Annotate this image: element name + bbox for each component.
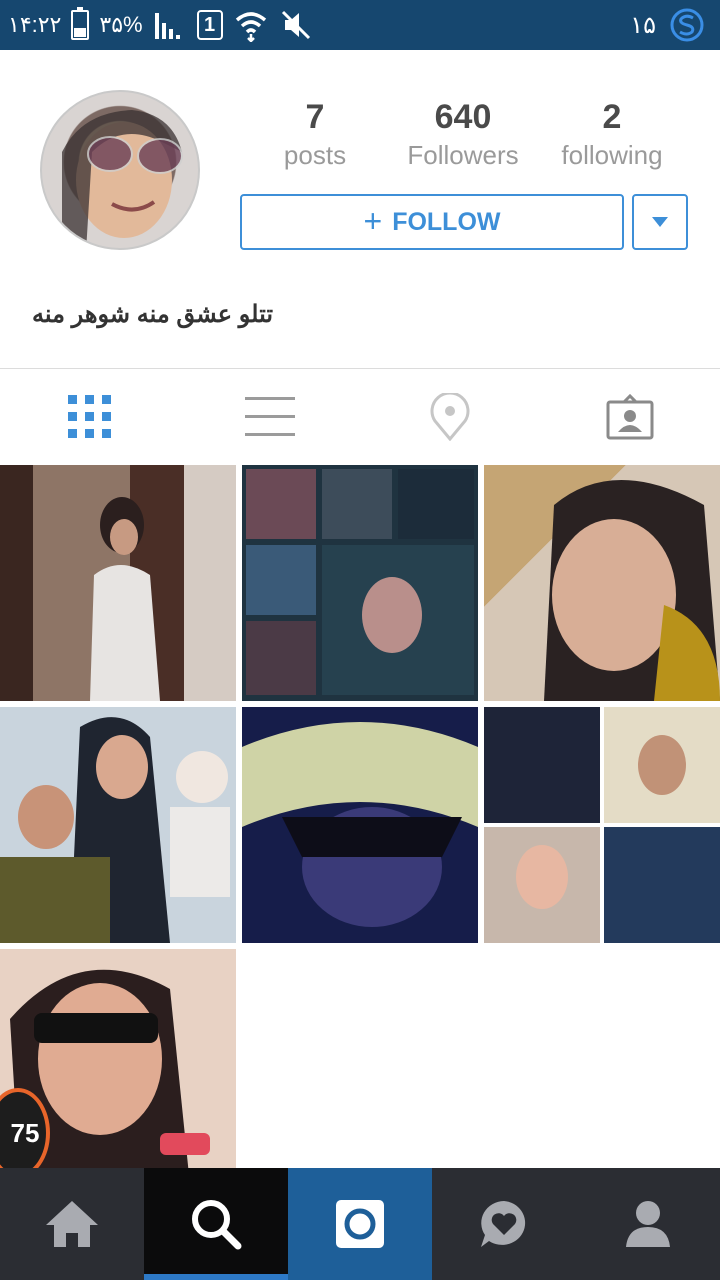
avatar[interactable] <box>40 90 200 250</box>
caret-down-icon <box>652 217 668 227</box>
photo-content <box>484 707 720 943</box>
tab-location[interactable] <box>360 369 540 465</box>
suggested-dropdown-button[interactable] <box>632 194 688 250</box>
profile-bio: تتلو عشق منه شوهر منه <box>32 301 274 328</box>
stat-posts[interactable]: 7 posts <box>240 96 390 172</box>
photo-tile[interactable] <box>0 707 236 943</box>
follow-button[interactable]: + FOLLOW <box>240 194 624 250</box>
tagged-person-icon <box>606 394 654 440</box>
bottom-nav <box>0 1168 720 1280</box>
followers-count: 640 <box>434 98 492 136</box>
tab-list-view[interactable] <box>180 369 360 465</box>
photo-tile[interactable] <box>0 465 236 701</box>
search-icon <box>192 1200 242 1250</box>
status-right: ۱۵ <box>630 0 704 50</box>
grid-icon <box>68 395 111 438</box>
status-left: ۱۴:۲۲ ۳۵% 1 <box>8 0 313 50</box>
tab-grid-view[interactable] <box>0 369 180 465</box>
mute-icon <box>281 10 310 40</box>
status-bar: ۱۴:۲۲ ۳۵% 1 ۱۵ <box>0 0 720 50</box>
posts-label: posts <box>283 140 347 170</box>
photo-content <box>0 717 230 943</box>
app-s-icon <box>670 8 704 42</box>
plus-icon: + <box>363 202 383 239</box>
nav-camera[interactable] <box>288 1168 432 1280</box>
battery-percent: ۳۵% <box>99 12 143 37</box>
photo-content <box>242 722 478 927</box>
list-icon <box>245 397 295 436</box>
nav-profile[interactable] <box>576 1168 720 1280</box>
following-count: 2 <box>602 98 622 136</box>
camera-icon <box>336 1200 384 1248</box>
home-icon <box>46 1201 98 1247</box>
battery-icon <box>71 7 90 40</box>
nav-search[interactable] <box>144 1168 288 1280</box>
nav-home[interactable] <box>0 1168 144 1280</box>
profile-icon <box>626 1201 670 1247</box>
tab-tagged[interactable] <box>540 369 720 465</box>
posts-count: 7 <box>305 98 325 136</box>
photo-tile[interactable] <box>242 465 478 701</box>
photo-content <box>544 480 720 701</box>
view-tabs <box>0 369 720 465</box>
photo-tile[interactable] <box>484 465 720 701</box>
avatar-photo <box>62 110 183 248</box>
status-number: ۱۵ <box>630 11 656 39</box>
wifi-icon <box>235 12 266 42</box>
activity-heart-icon <box>481 1201 526 1247</box>
photo-content <box>246 469 474 695</box>
followers-label: Followers <box>407 140 519 170</box>
photo-tile[interactable] <box>484 707 720 943</box>
profile-screen: ۱۴:۲۲ ۳۵% 1 ۱۵ 7 posts 640 Followers 2 f… <box>0 0 720 1280</box>
signal-icon <box>154 13 180 39</box>
clock: ۱۴:۲۲ <box>8 12 62 37</box>
stat-following[interactable]: 2 following <box>537 96 687 172</box>
photo-tile[interactable] <box>242 707 478 943</box>
stat-followers[interactable]: 640 Followers <box>388 96 538 172</box>
following-label: following <box>561 140 663 170</box>
location-pin-icon <box>430 393 470 441</box>
photo-content <box>90 497 160 701</box>
follow-label: FOLLOW <box>392 207 501 236</box>
sim-icon: 1 <box>196 10 223 40</box>
nav-activity[interactable] <box>432 1168 576 1280</box>
